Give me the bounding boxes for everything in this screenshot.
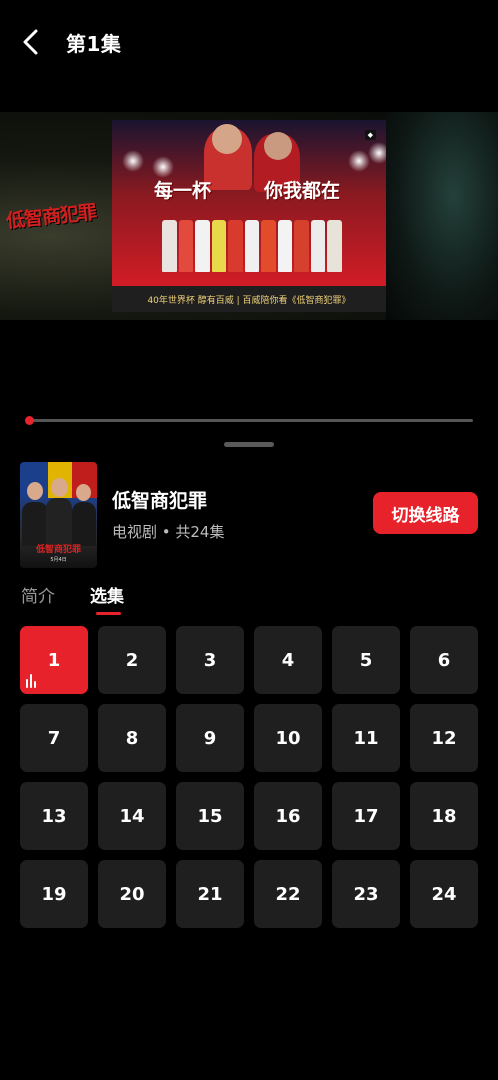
now-playing-icon	[26, 674, 40, 688]
poster-title: 低智商犯罪	[35, 545, 81, 555]
episode-button[interactable]: 2	[98, 626, 166, 694]
ad-caption: 40年世界杯 醇有百威 | 百威陪你看《低智商犯罪》	[147, 295, 351, 306]
player-background-right	[386, 112, 498, 320]
tab-episodes[interactable]: 选集	[90, 582, 124, 607]
episode-number: 5	[359, 649, 373, 671]
episode-number: 24	[431, 883, 457, 905]
back-button[interactable]	[14, 22, 48, 62]
episode-button[interactable]: 3	[176, 626, 244, 694]
episode-button[interactable]: 12	[410, 704, 478, 772]
ad-cans	[162, 220, 343, 272]
episode-button[interactable]: 21	[176, 860, 244, 928]
episode-number: 3	[203, 649, 217, 671]
switch-source-button[interactable]: 切换线路	[373, 492, 478, 534]
episode-number: 4	[281, 649, 295, 671]
poster-date: 5月4日	[50, 557, 67, 563]
episode-button[interactable]: 16	[254, 782, 322, 850]
episode-number: 15	[197, 805, 223, 827]
ad-slogan-left: 每一杯	[154, 180, 212, 202]
episode-button[interactable]: 1	[20, 626, 88, 694]
tab-intro[interactable]: 简介	[21, 582, 55, 607]
episode-button[interactable]: 20	[98, 860, 166, 928]
episode-number: 6	[437, 649, 451, 671]
episode-number: 16	[275, 805, 301, 827]
episode-number: 13	[41, 805, 67, 827]
video-player[interactable]: 低智商犯罪 每一杯 你我都在 ◆ 40年世界杯 醇有百威 | 百威陪你看《低智商…	[0, 112, 498, 320]
active-tab-indicator	[96, 612, 121, 615]
ad-caption-bar: 40年世界杯 醇有百威 | 百威陪你看《低智商犯罪》	[112, 286, 386, 312]
episode-button[interactable]: 11	[332, 704, 400, 772]
episode-button[interactable]: 5	[332, 626, 400, 694]
top-bar: 第1集	[0, 0, 498, 84]
episode-number: 11	[353, 727, 379, 749]
episode-button[interactable]: 9	[176, 704, 244, 772]
episode-number: 12	[431, 727, 457, 749]
episode-number: 14	[119, 805, 145, 827]
show-logo: 低智商犯罪	[5, 201, 98, 233]
episode-number: 22	[275, 883, 301, 905]
episode-number: 8	[125, 727, 139, 749]
progress-thumb[interactable]	[25, 416, 34, 425]
episode-number: 7	[47, 727, 61, 749]
episode-button[interactable]: 7	[20, 704, 88, 772]
episode-number: 1	[47, 649, 61, 671]
episode-button[interactable]: 4	[254, 626, 322, 694]
progress-track[interactable]	[29, 419, 473, 422]
episode-number: 17	[353, 805, 379, 827]
page-title: 第1集	[66, 32, 122, 56]
show-title: 低智商犯罪	[112, 490, 208, 512]
episode-number: 21	[197, 883, 223, 905]
episode-button[interactable]: 6	[410, 626, 478, 694]
ad-frame[interactable]: 每一杯 你我都在 ◆ 40年世界杯 醇有百威 | 百威陪你看《低智商犯罪》	[112, 120, 386, 312]
episode-button[interactable]: 24	[410, 860, 478, 928]
ad-slogan-right: 你我都在	[264, 180, 341, 202]
episode-number: 23	[353, 883, 379, 905]
ad-brand-badge: ◆	[364, 130, 376, 140]
episode-button[interactable]: 8	[98, 704, 166, 772]
show-poster: 低智商犯罪 5月4日	[20, 462, 97, 568]
episode-button[interactable]: 22	[254, 860, 322, 928]
episode-number: 2	[125, 649, 139, 671]
episode-button[interactable]: 18	[410, 782, 478, 850]
episode-grid: 1 2 3 4 5 6 7 8 9 10 11 12 13 14 15 16 17 18 19 20 21 22 23 24	[20, 626, 478, 928]
episode-number: 19	[41, 883, 67, 905]
episode-button[interactable]: 15	[176, 782, 244, 850]
episode-number: 18	[431, 805, 457, 827]
episode-button[interactable]: 14	[98, 782, 166, 850]
episode-number: 10	[275, 727, 301, 749]
chevron-left-icon	[23, 29, 38, 55]
episode-button[interactable]: 10	[254, 704, 322, 772]
sheet-drag-handle[interactable]	[224, 442, 274, 447]
show-meta: 电视剧 • 共24集	[112, 523, 225, 541]
episode-button[interactable]: 23	[332, 860, 400, 928]
episode-button[interactable]: 13	[20, 782, 88, 850]
episode-button[interactable]: 17	[332, 782, 400, 850]
ad-image: 每一杯 你我都在 ◆	[112, 120, 386, 286]
episode-number: 20	[119, 883, 145, 905]
episode-button[interactable]: 19	[20, 860, 88, 928]
episode-number: 9	[203, 727, 217, 749]
